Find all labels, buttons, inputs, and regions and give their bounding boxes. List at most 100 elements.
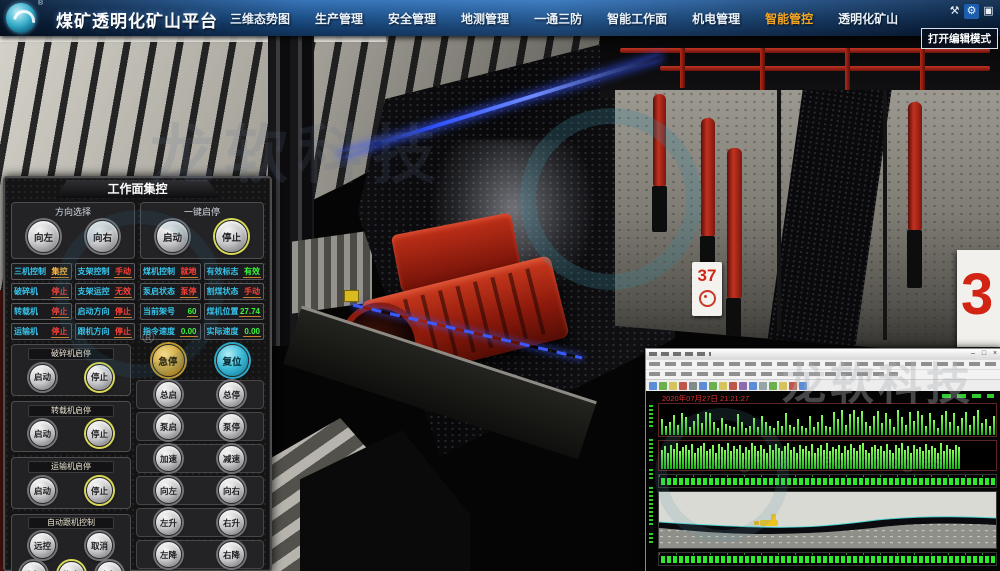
toolbar-icon[interactable] [659, 382, 667, 390]
nav-item-4[interactable]: 地测管理 [461, 10, 509, 27]
toolbar-icon[interactable] [689, 382, 697, 390]
button-泵启[interactable]: 泵启 [155, 413, 182, 440]
toolbar-icon[interactable] [779, 382, 787, 390]
button-向右[interactable]: 向右 [218, 477, 245, 504]
button-停止[interactable]: 停止 [215, 220, 248, 253]
state-square [883, 556, 887, 563]
button-泵停[interactable]: 泵停 [218, 413, 245, 440]
bar [895, 445, 897, 469]
state-square [847, 478, 851, 485]
nav-item-5[interactable]: 一通三防 [534, 10, 582, 27]
toolbar-icon[interactable] [789, 382, 797, 390]
bar [703, 443, 705, 469]
edit-mode-button[interactable]: 打开编辑模式 [921, 28, 998, 49]
button-启动[interactable]: 启动 [29, 477, 56, 504]
button-远控[interactable]: 远控 [29, 532, 56, 559]
button-减速[interactable]: 减速 [218, 445, 245, 472]
bar [737, 414, 739, 435]
button-左升[interactable]: 左升 [155, 509, 182, 536]
bar [901, 443, 903, 469]
window-titlebar[interactable]: – □ × [646, 349, 1000, 359]
bar [799, 445, 801, 469]
toolbar-icon[interactable] [669, 382, 677, 390]
toolbar-icon[interactable] [739, 382, 747, 390]
bar [717, 428, 719, 436]
tools-icon[interactable]: ⚒ [947, 4, 962, 19]
status-cell: 割煤状态手动 [204, 283, 265, 300]
button-启动[interactable]: 启动 [29, 420, 56, 447]
machine-group: 转载机启停启动停止 [11, 401, 131, 453]
button-总停[interactable]: 总停 [218, 381, 245, 408]
bar [813, 427, 815, 435]
button-停止[interactable]: 停止 [86, 477, 113, 504]
button-向左[interactable]: 向左 [27, 220, 60, 253]
bar [715, 453, 717, 469]
button-停止[interactable]: 停止 [86, 420, 113, 447]
button-取消[interactable]: 取消 [86, 532, 113, 559]
toolbar-icon[interactable] [679, 382, 687, 390]
nav-item-2[interactable]: 生产管理 [315, 10, 363, 27]
state-square [949, 556, 953, 563]
window-menubar-row2[interactable] [646, 369, 1000, 379]
window-menubar-row1[interactable] [646, 359, 1000, 369]
minimize-icon[interactable]: – [968, 349, 978, 358]
status-cell: 运输机停止 [11, 323, 72, 340]
button-启动[interactable]: 启动 [29, 364, 56, 391]
machine-group-button-row: 启动 停止 [14, 364, 128, 391]
toolbar-icon[interactable] [699, 382, 707, 390]
state-square [781, 478, 785, 485]
onekey-group: 一键启停 启动停止 [140, 202, 264, 259]
toolbar-icon[interactable] [799, 382, 807, 390]
bar [985, 419, 987, 436]
button-向左[interactable]: 向左 [155, 477, 182, 504]
bar [814, 453, 816, 469]
toolbar-icon[interactable] [649, 382, 657, 390]
edge-support-number: 3 [961, 262, 993, 327]
prop-base [726, 298, 741, 350]
button-急停[interactable]: 急停 [152, 344, 185, 377]
toolbar-icon[interactable] [709, 382, 717, 390]
toolbar-icon[interactable] [729, 382, 737, 390]
nav-item-1[interactable]: 三维态势图 [230, 10, 290, 27]
nav-item-9[interactable]: 透明化矿山 [838, 10, 898, 27]
bar [793, 427, 795, 435]
toolbar-icon[interactable] [749, 382, 757, 390]
button-启动[interactable]: 启动 [156, 220, 189, 253]
maximize-icon[interactable]: □ [979, 349, 989, 358]
status-value: 停止 [114, 326, 132, 338]
nav-item-3[interactable]: 安全管理 [388, 10, 436, 27]
state-square [733, 556, 737, 563]
bar [937, 428, 939, 436]
bar [889, 419, 891, 436]
seam-profile-view [658, 491, 997, 549]
fullscreen-icon[interactable]: ▣ [981, 4, 996, 19]
button-复位[interactable]: 复位 [216, 344, 249, 377]
button-向右[interactable]: 向右 [86, 220, 119, 253]
button-总启[interactable]: 总启 [155, 381, 182, 408]
toolbar-icon[interactable] [769, 382, 777, 390]
bar [709, 413, 711, 435]
main-nav: 三维态势图 生产管理 安全管理 地测管理 一通三防 智能工作面 机电管理 智能管控 透明化矿山 [230, 0, 898, 36]
bar [940, 443, 942, 469]
button-小架[interactable]: 小架 [20, 561, 47, 571]
nav-item-7[interactable]: 机电管理 [692, 10, 740, 27]
gear-icon[interactable]: ⚙ [964, 4, 979, 19]
bar [811, 444, 813, 469]
toolbar-icon[interactable] [759, 382, 767, 390]
status-label: 破碎机 [14, 286, 38, 297]
button-加速[interactable]: 加速 [155, 445, 182, 472]
nav-item-8[interactable]: 智能管控 [765, 10, 813, 27]
button-右升[interactable]: 右升 [218, 509, 245, 536]
toolbar-icon[interactable] [719, 382, 727, 390]
button-停止[interactable]: 停止 [58, 561, 85, 571]
status-value: 手动 [114, 266, 132, 278]
status-cell: 有效标志有效 [204, 263, 265, 280]
button-右降[interactable]: 右降 [218, 541, 245, 568]
nav-item-6[interactable]: 智能工作面 [607, 10, 667, 27]
button-停止[interactable]: 停止 [86, 364, 113, 391]
status-cell: 破碎机停止 [11, 283, 72, 300]
close-icon[interactable]: × [990, 349, 1000, 358]
button-大架[interactable]: 大架 [96, 561, 123, 571]
button-左降[interactable]: 左降 [155, 541, 182, 568]
status-cell: 泵启状态泵停 [140, 283, 201, 300]
